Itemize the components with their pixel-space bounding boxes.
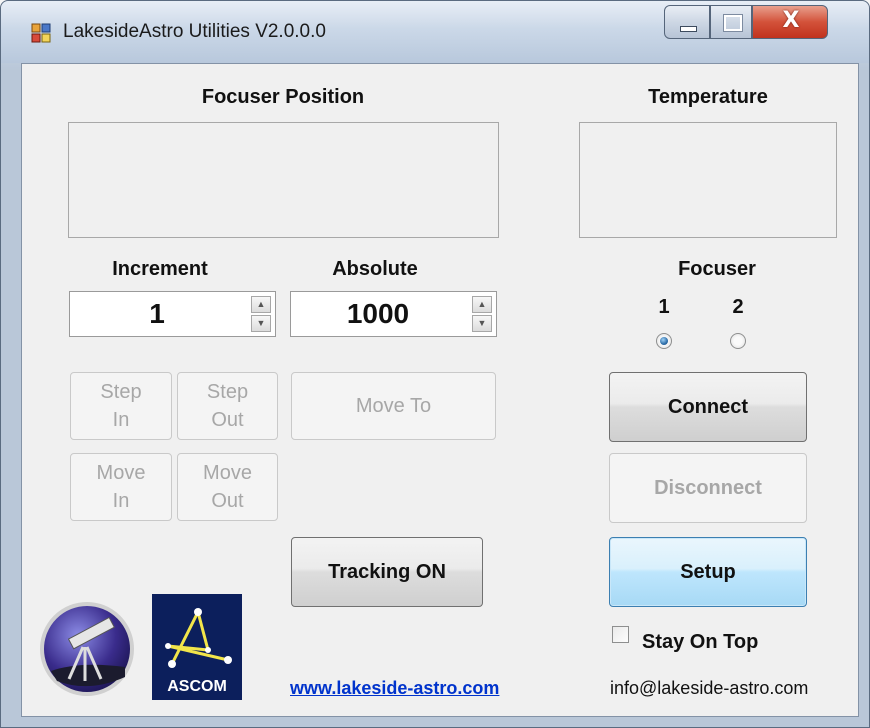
- website-link[interactable]: www.lakeside-astro.com: [290, 678, 499, 699]
- app-icon: [31, 23, 51, 43]
- close-button[interactable]: X: [752, 5, 828, 39]
- step-out-button[interactable]: Step Out: [177, 372, 278, 440]
- ascom-label: ASCOM: [167, 678, 227, 695]
- connect-button[interactable]: Connect: [609, 372, 807, 442]
- minimize-icon: [680, 26, 697, 32]
- absolute-spinner[interactable]: 1000 ▲ ▼: [290, 291, 497, 337]
- focuser-label: Focuser: [678, 258, 756, 280]
- move-in-button[interactable]: Move In: [70, 453, 172, 521]
- stay-on-top-checkbox[interactable]: [612, 626, 629, 643]
- focuser-1-label: 1: [658, 296, 670, 318]
- increment-label: Increment: [112, 258, 208, 280]
- absolute-value[interactable]: 1000: [291, 292, 465, 336]
- maximize-icon: [723, 14, 743, 32]
- increment-value[interactable]: 1: [70, 292, 244, 336]
- temperature-display: [579, 122, 837, 238]
- title-bar[interactable]: LakesideAstro Utilities V2.0.0.0 X: [1, 1, 869, 63]
- step-in-button[interactable]: Step In: [70, 372, 172, 440]
- increment-down-arrow-icon[interactable]: ▼: [251, 315, 271, 332]
- close-icon: X: [782, 8, 800, 33]
- absolute-down-arrow-icon[interactable]: ▼: [472, 315, 492, 332]
- ascom-logo: ASCOM: [152, 594, 242, 700]
- temperature-label: Temperature: [648, 86, 768, 108]
- disconnect-button[interactable]: Disconnect: [609, 453, 807, 523]
- absolute-up-arrow-icon[interactable]: ▲: [472, 296, 492, 313]
- focuser-1-radio[interactable]: [656, 333, 672, 349]
- main-panel: Focuser Position Temperature Increment 1…: [21, 63, 859, 717]
- email-text: info@lakeside-astro.com: [610, 678, 809, 698]
- window-title: LakesideAstro Utilities V2.0.0.0: [63, 21, 326, 42]
- increment-spin-arrows: ▲ ▼: [251, 296, 271, 332]
- focuser-position-display: [68, 122, 499, 238]
- setup-button[interactable]: Setup: [609, 537, 807, 607]
- maximize-button[interactable]: [710, 5, 752, 39]
- focuser-2-label: 2: [732, 296, 744, 318]
- tracking-button[interactable]: Tracking ON: [291, 537, 483, 607]
- stay-on-top-label[interactable]: Stay On Top: [642, 631, 812, 654]
- move-to-button[interactable]: Move To: [291, 372, 496, 440]
- minimize-button[interactable]: [664, 5, 710, 39]
- lakeside-astro-logo: [40, 602, 134, 696]
- focuser-position-label: Focuser Position: [201, 86, 365, 108]
- app-window: LakesideAstro Utilities V2.0.0.0 X Focus…: [0, 0, 870, 728]
- increment-up-arrow-icon[interactable]: ▲: [251, 296, 271, 313]
- focuser-2-radio[interactable]: [730, 333, 746, 349]
- absolute-label: Absolute: [332, 258, 418, 280]
- move-out-button[interactable]: Move Out: [177, 453, 278, 521]
- increment-spinner[interactable]: 1 ▲ ▼: [69, 291, 276, 337]
- absolute-spin-arrows: ▲ ▼: [472, 296, 492, 332]
